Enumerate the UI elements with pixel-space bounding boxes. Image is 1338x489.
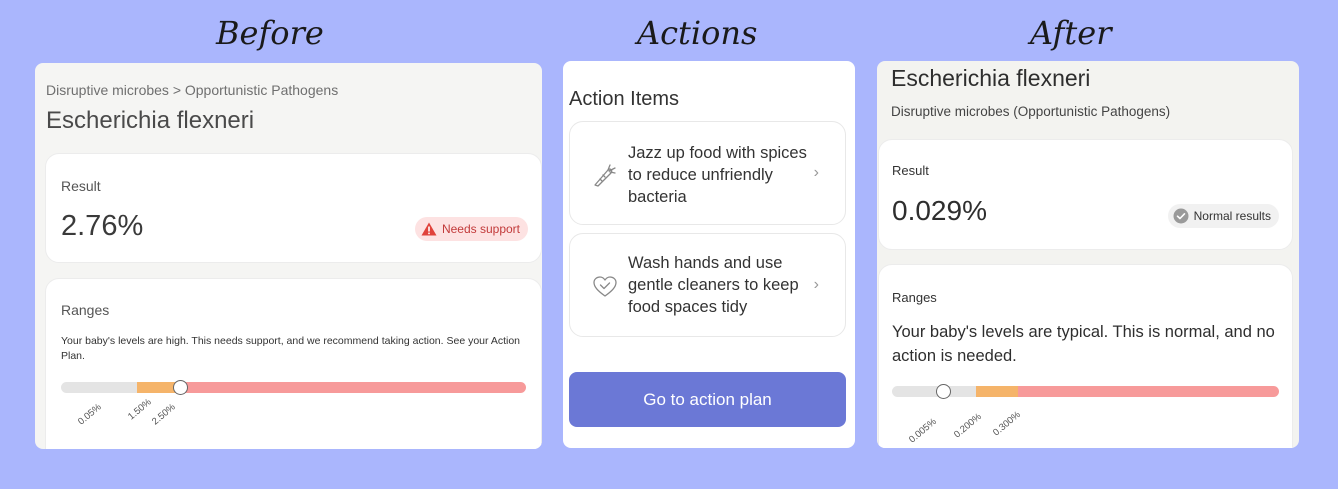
before-heading: Before <box>216 14 324 52</box>
page-title: Escherichia flexneri <box>891 65 1091 91</box>
ranges-label: Ranges <box>892 290 937 305</box>
result-value: 2.76% <box>61 210 144 242</box>
actions-heading: Actions <box>637 14 758 52</box>
ranges-label: Ranges <box>61 302 110 318</box>
action-item-text: Wash hands and use gentle cleaners to ke… <box>628 254 799 316</box>
range-normal-segment <box>892 386 976 397</box>
range-high-segment <box>1018 386 1279 397</box>
carrot-icon <box>594 164 616 187</box>
before-panel: Disruptive microbes > Opportunistic Path… <box>35 63 542 449</box>
page-subtitle: Disruptive microbes (Opportunistic Patho… <box>891 104 1171 119</box>
chevron-right-icon: › <box>813 164 819 181</box>
page-title: Escherichia flexneri <box>46 107 255 134</box>
range-tick: 0.200% <box>952 411 984 441</box>
actions-panel: Action Items Jazz up food with spices to… <box>563 61 855 448</box>
breadcrumb[interactable]: Disruptive microbes > Opportunistic Path… <box>46 82 338 98</box>
ranges-card: Ranges Your baby's levels are high. This… <box>45 278 542 449</box>
go-to-action-plan-button[interactable]: Go to action plan <box>569 372 846 427</box>
action-item-text: Jazz up food with spices to reduce unfri… <box>628 144 807 206</box>
action-items-title: Action Items <box>569 88 680 110</box>
range-tick: 0.005% <box>907 416 939 446</box>
range-bar <box>61 382 526 393</box>
action-item[interactable]: Jazz up food with spices to reduce unfri… <box>569 121 846 225</box>
range-caution-segment <box>137 382 175 393</box>
check-circle-icon <box>1173 208 1189 224</box>
heart-check-icon <box>593 276 617 297</box>
range-caution-segment <box>976 386 1018 397</box>
range-tick: 2.50% <box>150 401 178 428</box>
range-marker <box>936 384 951 399</box>
ranges-card: Ranges Your baby's levels are typical. T… <box>878 264 1293 448</box>
ranges-description: Your baby's levels are high. This needs … <box>61 335 521 362</box>
result-value: 0.029% <box>892 195 987 226</box>
warning-icon <box>421 222 437 236</box>
status-badge: Needs support <box>414 217 528 241</box>
result-label: Result <box>61 178 101 194</box>
range-tick: 0.05% <box>76 401 104 428</box>
status-badge-label: Normal results <box>1193 209 1271 223</box>
range-high-segment <box>175 382 526 393</box>
status-badge: Normal results <box>1167 204 1279 228</box>
range-marker <box>173 380 188 395</box>
ranges-description: Your baby's levels are typical. This is … <box>892 323 1275 365</box>
after-panel: Escherichia flexneri Disruptive microbes… <box>877 61 1299 448</box>
result-card: Result 2.76% Needs support <box>45 153 542 263</box>
chevron-right-icon: › <box>813 276 819 293</box>
result-card: Result 0.029% Normal results <box>878 139 1293 250</box>
action-item[interactable]: Wash hands and use gentle cleaners to ke… <box>569 233 846 337</box>
result-label: Result <box>892 163 929 178</box>
range-normal-segment <box>61 382 137 393</box>
range-tick: 0.300% <box>991 409 1023 439</box>
after-heading: After <box>1030 14 1112 52</box>
status-badge-label: Needs support <box>441 222 520 236</box>
